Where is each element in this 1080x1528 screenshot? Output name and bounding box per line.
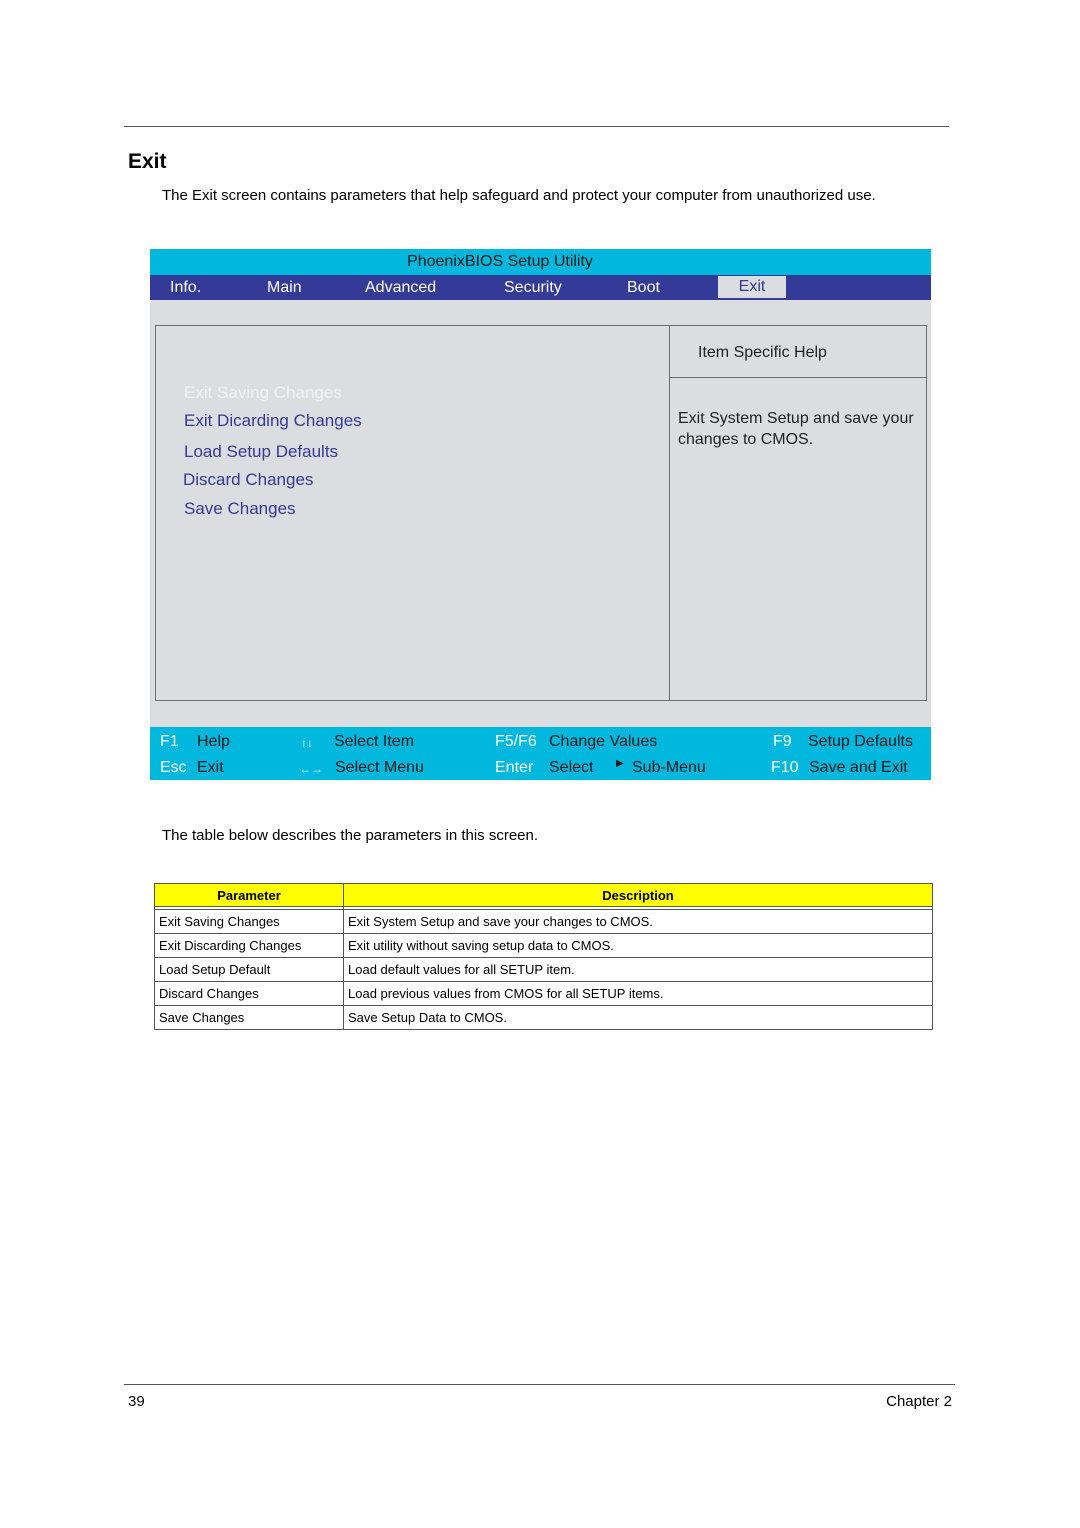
bios-options-panel: Exit Saving Changes Exit Dicarding Chang…	[155, 325, 670, 701]
option-save-changes[interactable]: Save Changes	[184, 499, 296, 519]
key-enter: Enter	[495, 759, 534, 776]
bios-screenshot: PhoenixBIOS Setup Utility Info. Main Adv…	[150, 249, 931, 780]
header-rule	[124, 126, 949, 127]
footer-rule	[124, 1384, 955, 1385]
tab-exit[interactable]: Exit	[718, 276, 786, 298]
key-f9: F9	[773, 733, 792, 750]
desc-cell: Load previous values from CMOS for all S…	[343, 981, 933, 1006]
header-description: Description	[343, 883, 933, 907]
key-f10: F10	[771, 759, 799, 776]
help-title: Item Specific Help	[698, 344, 827, 361]
tab-boot[interactable]: Boot	[627, 279, 660, 297]
param-cell: Save Changes	[154, 1005, 344, 1030]
intro-paragraph: The Exit screen contains parameters that…	[162, 187, 876, 204]
key-f5f6-desc: Change Values	[549, 733, 658, 750]
table-header-row: Parameter Description	[154, 883, 933, 907]
bios-key-legend: F1 Help ↑↓ Select Item F5/F6 Change Valu…	[150, 727, 931, 780]
key-f9-desc: Setup Defaults	[808, 733, 913, 750]
table-row: Exit Saving Changes Exit System Setup an…	[154, 909, 933, 934]
key-esc-desc: Exit	[197, 759, 224, 776]
table-row: Exit Discarding Changes Exit utility wit…	[154, 933, 933, 958]
option-discard-changes[interactable]: Discard Changes	[183, 470, 313, 490]
key-f10-desc: Save and Exit	[809, 759, 908, 776]
bios-title-bar: PhoenixBIOS Setup Utility	[150, 249, 931, 275]
key-esc: Esc	[160, 759, 187, 776]
key-updown-desc: Select Item	[334, 733, 415, 750]
tab-main[interactable]: Main	[267, 279, 302, 297]
header-parameter: Parameter	[154, 883, 344, 907]
param-cell: Exit Discarding Changes	[154, 933, 344, 958]
left-right-arrows-icon: ←→	[299, 762, 323, 776]
chapter-label: Chapter 2	[886, 1393, 952, 1410]
bios-menu-bar: Info. Main Advanced Security Boot Exit	[150, 275, 931, 300]
desc-cell: Exit System Setup and save your changes …	[343, 909, 933, 934]
param-cell: Load Setup Default	[154, 957, 344, 982]
option-exit-saving-changes[interactable]: Exit Saving Changes	[184, 383, 342, 403]
table-row: Save Changes Save Setup Data to CMOS.	[154, 1005, 933, 1030]
page-title: Exit	[128, 150, 167, 173]
key-enter-desc: Select	[549, 759, 594, 776]
tab-info[interactable]: Info.	[170, 279, 201, 297]
page-number: 39	[128, 1393, 145, 1410]
up-down-arrows-icon: ↑↓	[301, 736, 313, 750]
desc-cell: Save Setup Data to CMOS.	[343, 1005, 933, 1030]
parameter-table: Parameter Description Exit Saving Change…	[154, 883, 933, 1030]
param-cell: Exit Saving Changes	[154, 909, 344, 934]
key-f1: F1	[160, 733, 179, 750]
table-intro: The table below describes the parameters…	[162, 827, 539, 844]
key-enter-desc2: Sub-Menu	[632, 759, 706, 776]
table-row: Load Setup Default Load default values f…	[154, 957, 933, 982]
submenu-triangle-icon: ▶	[616, 758, 624, 769]
key-leftright-desc: Select Menu	[335, 759, 424, 776]
help-text: Exit System Setup and save your changes …	[678, 410, 914, 448]
desc-cell: Exit utility without saving setup data t…	[343, 933, 933, 958]
key-f1-desc: Help	[197, 733, 230, 750]
bios-title: PhoenixBIOS Setup Utility	[407, 253, 593, 270]
option-load-setup-defaults[interactable]: Load Setup Defaults	[184, 442, 338, 462]
param-cell: Discard Changes	[154, 981, 344, 1006]
desc-cell: Load default values for all SETUP item.	[343, 957, 933, 982]
help-divider	[670, 377, 926, 378]
tab-security[interactable]: Security	[504, 279, 562, 297]
option-exit-discarding-changes[interactable]: Exit Dicarding Changes	[184, 411, 362, 431]
tab-advanced[interactable]: Advanced	[365, 279, 436, 297]
key-f5f6: F5/F6	[495, 733, 537, 750]
item-help-panel: Item Specific Help Exit System Setup and…	[669, 325, 927, 701]
table-row: Discard Changes Load previous values fro…	[154, 981, 933, 1006]
